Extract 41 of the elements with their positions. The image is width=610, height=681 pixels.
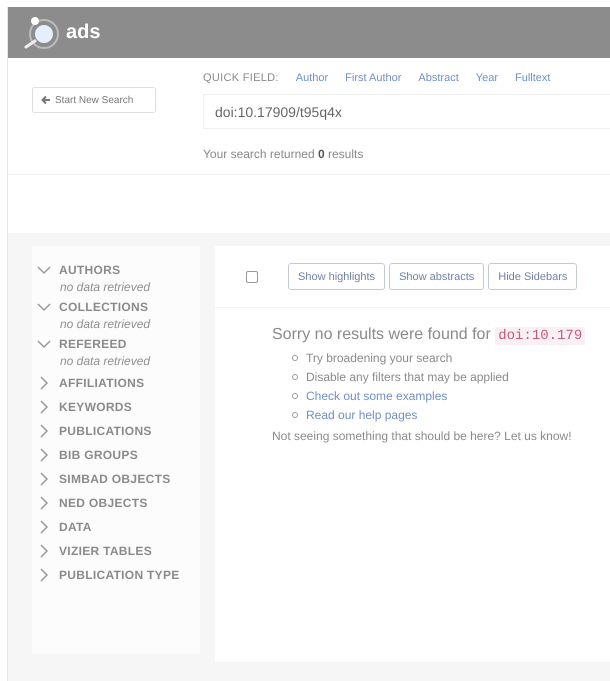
logo-icon bbox=[22, 14, 62, 50]
search-field[interactable]: doi:10.17909/t95q4x bbox=[203, 94, 610, 129]
results-summary: Your search returned 0 results bbox=[203, 147, 364, 161]
facet-toggle[interactable]: VIZIER TABLES bbox=[32, 539, 200, 563]
facet-toggle[interactable]: AFFILIATIONS bbox=[32, 371, 200, 395]
quick-field-label: QUICK FIELD: bbox=[203, 72, 279, 84]
facet-toggle[interactable]: PUBLICATION TYPE bbox=[32, 563, 200, 587]
facet-toggle[interactable]: REFEREED bbox=[32, 334, 200, 354]
suggestion-text: Try broadening your search bbox=[306, 350, 452, 364]
facet-note: no data retrieved bbox=[59, 280, 152, 296]
logo-text: ads bbox=[66, 21, 100, 44]
suggestion-text: Disable any filters that may be applied bbox=[306, 370, 509, 384]
quick-field-link[interactable]: First Author bbox=[345, 72, 402, 84]
toolbar-button[interactable]: Hide Sidebars bbox=[488, 263, 578, 290]
facet-toggle[interactable]: DATA bbox=[32, 515, 200, 539]
toolbar-button[interactable]: Show highlights bbox=[288, 263, 386, 290]
facet-toggle[interactable]: COLLECTIONS bbox=[32, 297, 200, 317]
bullet-icon bbox=[292, 354, 298, 360]
facet-toggle[interactable]: NED OBJECTS bbox=[32, 491, 200, 515]
feedback-text: Not seeing something that should be here? Let us know! bbox=[271, 428, 573, 443]
help-link[interactable]: Read our help pages bbox=[306, 408, 418, 422]
bullet-icon bbox=[292, 374, 298, 380]
help-link[interactable]: Check out some examples bbox=[306, 388, 448, 402]
facet-toggle[interactable]: AUTHORS bbox=[32, 260, 200, 280]
facet-toggle[interactable]: PUBLICATIONS bbox=[32, 419, 200, 443]
arrow-left-icon bbox=[41, 95, 51, 105]
no-results-message: Sorry no results were found for doi:10.179 bbox=[215, 308, 610, 344]
bullet-icon bbox=[292, 412, 298, 418]
toolbar-button[interactable]: Show abstracts bbox=[389, 263, 484, 290]
facet-note: no data retrieved bbox=[59, 354, 152, 370]
facet-note: no data retrieved bbox=[59, 317, 152, 333]
select-all-checkbox[interactable] bbox=[246, 270, 258, 282]
quick-field-link[interactable]: Abstract bbox=[418, 72, 459, 84]
facet-toggle[interactable]: SIMBAD OBJECTS bbox=[32, 467, 200, 491]
start-new-search-button[interactable]: Start New Search bbox=[32, 87, 156, 113]
quick-field-link[interactable]: Author bbox=[296, 72, 328, 84]
facet-toggle[interactable]: BIB GROUPS bbox=[32, 443, 200, 467]
quick-field-link[interactable]: Fulltext bbox=[515, 72, 550, 84]
quick-field-link[interactable]: Year bbox=[476, 72, 498, 84]
bullet-icon bbox=[292, 392, 298, 398]
facet-toggle[interactable]: KEYWORDS bbox=[32, 395, 200, 419]
